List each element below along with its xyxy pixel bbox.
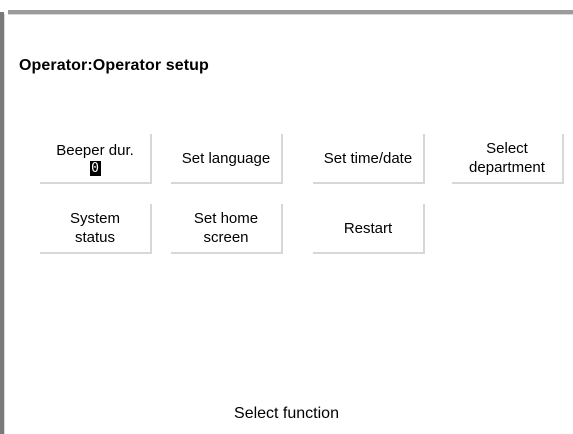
set-time-date-label: Set time/date [323, 149, 413, 167]
system-status-line2: status [74, 229, 116, 246]
select-department-button[interactable]: Select department [452, 134, 564, 184]
restart-button[interactable]: Restart [313, 204, 425, 254]
system-status-line1: System [69, 210, 120, 227]
set-home-screen-button[interactable]: Set home screen [171, 204, 283, 254]
select-department-line1: Select [486, 140, 528, 157]
beeper-duration-value: 0 [89, 160, 101, 176]
status-prompt: Select function [234, 405, 339, 422]
beeper-duration-label: Beeper dur. [56, 141, 134, 159]
window-inner-top-line [8, 14, 573, 15]
set-home-screen-line1: Set home [193, 210, 259, 227]
operator-setup-window: Operator:Operator setup Beeper dur. 0 Se… [0, 0, 573, 434]
set-language-button[interactable]: Set language [171, 134, 283, 184]
beeper-duration-button[interactable]: Beeper dur. 0 [40, 134, 152, 184]
select-department-line2: department [469, 159, 545, 176]
restart-label: Restart [343, 219, 393, 237]
window-inner-left-line [4, 14, 5, 434]
set-home-screen-line2: screen [203, 229, 249, 246]
set-language-label: Set language [181, 149, 271, 167]
page-title: Operator:Operator setup [19, 57, 209, 74]
system-status-button[interactable]: System status [40, 204, 152, 254]
set-time-date-button[interactable]: Set time/date [313, 134, 425, 184]
